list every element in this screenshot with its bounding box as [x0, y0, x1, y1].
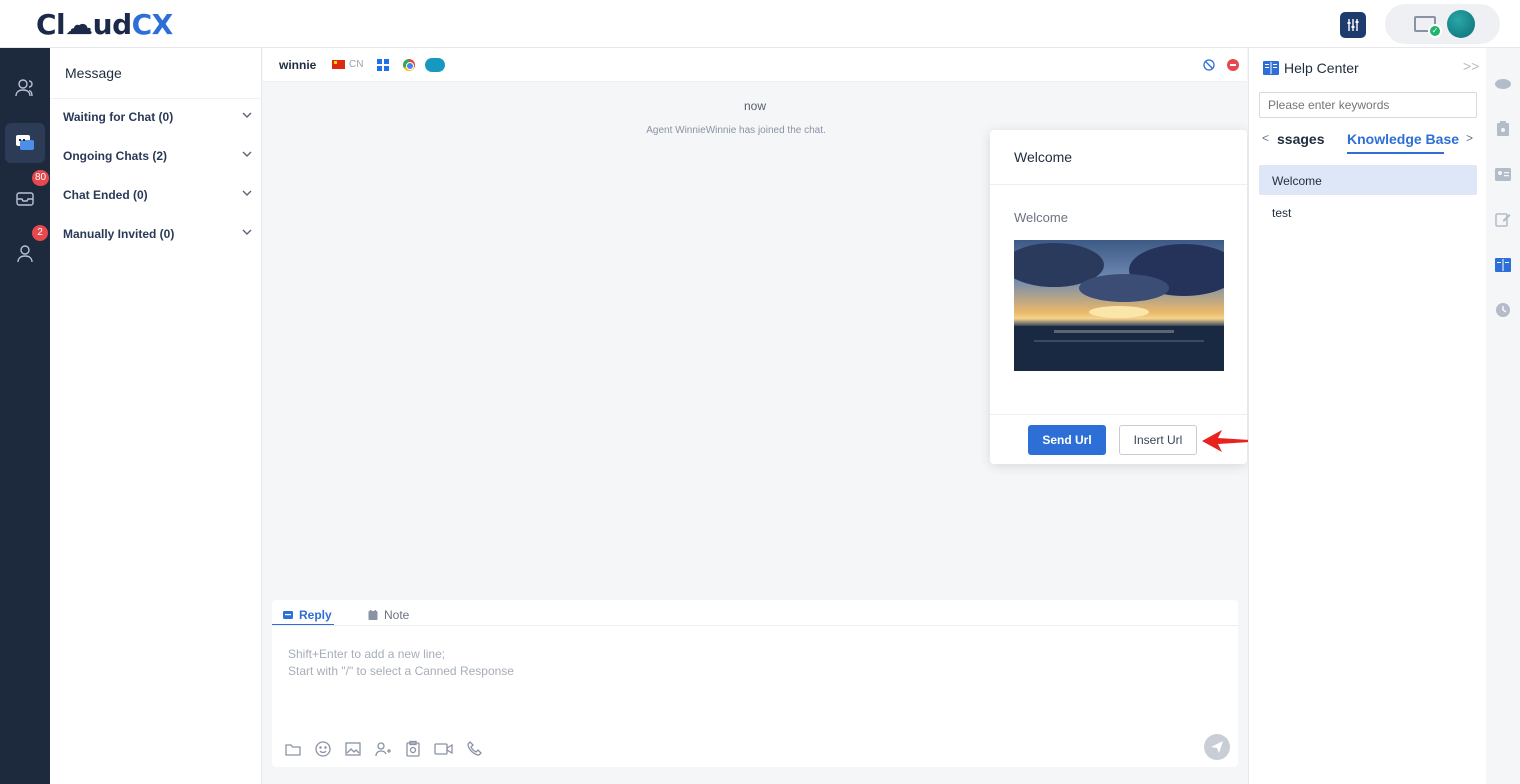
list-item[interactable]: test	[1259, 197, 1477, 227]
top-bar: Cl☁udCX ✓	[0, 0, 1520, 48]
sunset-ocean-image	[1014, 243, 1224, 371]
visitor-country: CN	[349, 59, 364, 70]
book-icon	[1263, 61, 1279, 75]
insert-url-button[interactable]: Insert Url	[1119, 425, 1197, 455]
active-tab-indicator	[1347, 152, 1444, 154]
divider	[272, 625, 1238, 626]
help-search-input[interactable]	[1259, 92, 1477, 118]
chat-header: winnie CN	[263, 48, 1247, 82]
logo-text-cloud: Cl☁ud	[36, 8, 132, 41]
send-plane-icon	[1211, 741, 1223, 753]
chevron-down-icon	[242, 229, 252, 235]
video-icon[interactable]	[434, 740, 454, 758]
message-panel: Message Waiting for Chat (0) Ongoing Cha…	[50, 48, 262, 784]
windows-icon	[377, 59, 389, 71]
image-icon[interactable]	[344, 740, 362, 758]
nav-agents[interactable]: 2	[5, 225, 48, 273]
tabs-prev-icon[interactable]: <	[1262, 131, 1269, 145]
message-panel-title: Message	[65, 65, 122, 81]
agent-icon	[17, 245, 33, 263]
list-item-label: test	[1272, 206, 1292, 220]
history-clock-icon[interactable]	[1494, 301, 1512, 319]
help-tabs: < ssages Knowledge Base >	[1259, 124, 1477, 154]
right-tool-bar	[1487, 48, 1520, 784]
reply-placeholder-line2: Start with "/" to select a Canned Respon…	[288, 664, 514, 678]
salesforce-icon	[425, 58, 445, 72]
left-nav: 80 2	[0, 48, 50, 784]
popup-body-text: Welcome	[1014, 210, 1068, 225]
tab-reply-label: Reply	[299, 608, 332, 622]
avatar[interactable]	[1447, 10, 1475, 38]
section-ongoing-chats[interactable]: Ongoing Chats (2)	[63, 146, 253, 166]
divider	[990, 414, 1247, 415]
users-icon	[15, 79, 33, 97]
list-item-label: Welcome	[1272, 174, 1322, 188]
section-label: Chat Ended (0)	[63, 188, 148, 202]
tab-note-label: Note	[384, 608, 410, 622]
composer-toolbar	[284, 740, 484, 758]
chevron-down-icon	[242, 151, 252, 157]
help-center-panel: Help Center >> < ssages Knowledge Base >…	[1248, 48, 1486, 784]
contact-card-icon[interactable]	[1494, 165, 1512, 183]
china-flag-icon	[332, 60, 345, 69]
section-waiting-for-chat[interactable]: Waiting for Chat (0)	[63, 107, 253, 127]
tab-messages[interactable]: ssages	[1277, 131, 1324, 147]
cloudcx-logo: Cl☁udCX	[36, 8, 173, 41]
divider	[50, 98, 262, 99]
section-manually-invited[interactable]: Manually Invited (0)	[63, 224, 253, 244]
tab-note[interactable]: Note	[367, 605, 409, 625]
reply-input[interactable]: Shift+Enter to add a new line; Start wit…	[288, 646, 514, 680]
reply-icon	[283, 611, 293, 619]
sliders-icon	[1347, 19, 1359, 31]
chrome-icon	[403, 59, 415, 71]
chevron-down-icon	[242, 112, 252, 118]
list-item[interactable]: Welcome	[1259, 165, 1477, 195]
end-chat-icon[interactable]	[1227, 59, 1239, 71]
settings-sliders-button[interactable]	[1340, 12, 1366, 38]
article-image	[1014, 240, 1224, 371]
clipboard-icon[interactable]	[404, 740, 422, 758]
folder-icon[interactable]	[284, 740, 302, 758]
clipboard-tool-icon[interactable]	[1494, 120, 1512, 138]
help-center-title: Help Center	[1284, 60, 1359, 76]
salesforce-tool-icon[interactable]	[1494, 75, 1512, 93]
reply-composer: Reply Note Shift+Enter to add a new line…	[272, 600, 1238, 767]
nav-contacts[interactable]	[5, 68, 45, 108]
tab-knowledge-base[interactable]: Knowledge Base	[1347, 131, 1459, 147]
chat-bubbles-icon	[16, 135, 34, 150]
transfer-user-icon[interactable]	[374, 740, 392, 758]
section-label: Ongoing Chats (2)	[63, 149, 167, 163]
emoji-icon[interactable]	[314, 740, 332, 758]
online-check-icon: ✓	[1428, 24, 1442, 38]
phone-icon[interactable]	[466, 740, 484, 758]
nav-inbox[interactable]: 80	[5, 170, 50, 218]
tab-reply[interactable]: Reply	[282, 605, 332, 625]
block-visitor-icon[interactable]	[1203, 59, 1215, 71]
chevron-down-icon	[242, 190, 252, 196]
logo-text-cx: CX	[131, 8, 174, 41]
agent-status-pill[interactable]	[1385, 4, 1500, 44]
section-label: Manually Invited (0)	[63, 227, 175, 241]
message-timestamp: now	[743, 99, 766, 113]
agents-badge: 2	[32, 225, 48, 241]
edit-icon[interactable]	[1494, 210, 1512, 228]
popup-title: Welcome	[1014, 149, 1073, 165]
nav-chat[interactable]	[5, 123, 45, 163]
section-chat-ended[interactable]: Chat Ended (0)	[63, 185, 253, 205]
inbox-icon	[16, 192, 34, 206]
divider	[990, 184, 1247, 185]
knowledge-base-icon[interactable]	[1494, 256, 1512, 274]
tabs-next-icon[interactable]: >	[1466, 131, 1473, 145]
visitor-name: winnie	[279, 58, 317, 72]
reply-placeholder-line1: Shift+Enter to add a new line;	[288, 647, 446, 661]
inbox-badge: 80	[32, 170, 50, 186]
section-label: Waiting for Chat (0)	[63, 110, 174, 124]
send-url-button[interactable]: Send Url	[1028, 425, 1106, 455]
send-message-button[interactable]	[1204, 734, 1230, 760]
article-preview-popup: Welcome Welcome Send Url Insert Url	[990, 130, 1247, 464]
note-icon	[368, 610, 378, 620]
collapse-panel-icon[interactable]: >>	[1463, 58, 1479, 74]
